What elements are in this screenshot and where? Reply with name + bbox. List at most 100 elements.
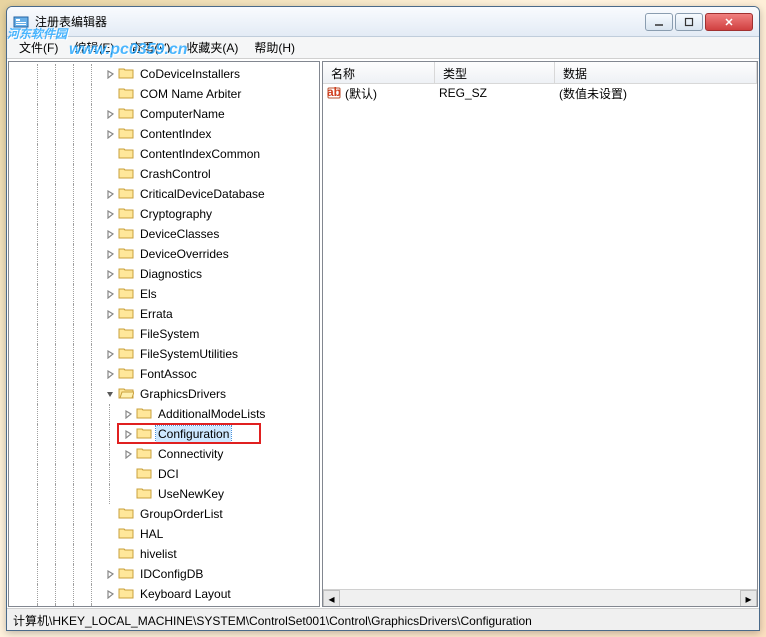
col-name[interactable]: 名称 — [323, 62, 435, 83]
folder-icon — [118, 526, 138, 543]
tree-item-CoDeviceInstallers[interactable]: CoDeviceInstallers — [9, 64, 319, 84]
tree-item-hivelist[interactable]: hivelist — [9, 544, 319, 564]
tree-item-ComputerName[interactable]: ComputerName — [9, 104, 319, 124]
folder-icon — [118, 106, 138, 123]
expand-icon[interactable] — [105, 89, 116, 100]
menu-favorites[interactable]: 收藏夹(A) — [178, 37, 246, 58]
folder-icon — [118, 346, 138, 363]
scroll-left-icon[interactable]: ◂ — [323, 590, 340, 607]
expand-icon[interactable] — [105, 249, 116, 260]
maximize-button[interactable] — [675, 13, 703, 31]
tree-label: DeviceOverrides — [138, 246, 231, 262]
expand-icon[interactable] — [123, 469, 134, 480]
expand-icon[interactable] — [105, 549, 116, 560]
tree-item-Connectivity[interactable]: Connectivity — [9, 444, 319, 464]
tree-label: ContentIndexCommon — [138, 146, 262, 162]
expand-icon[interactable] — [105, 269, 116, 280]
horizontal-scrollbar[interactable]: ◂ ▸ — [323, 589, 757, 606]
expand-icon[interactable] — [105, 509, 116, 520]
expand-icon[interactable] — [105, 569, 116, 580]
expand-icon[interactable] — [123, 409, 134, 420]
tree-item-FileSystemUtilities[interactable]: FileSystemUtilities — [9, 344, 319, 364]
tree-item-FileSystem[interactable]: FileSystem — [9, 324, 319, 344]
tree-label: Els — [138, 286, 159, 302]
scroll-right-icon[interactable]: ▸ — [740, 590, 757, 607]
expand-icon[interactable] — [105, 229, 116, 240]
tree-label: UseNewKey — [156, 486, 226, 502]
tree-item-Configuration[interactable]: Configuration — [9, 424, 319, 444]
tree-item-CrashControl[interactable]: CrashControl — [9, 164, 319, 184]
folder-icon — [118, 206, 138, 223]
tree-label: hivelist — [138, 546, 179, 562]
tree-item-Cryptography[interactable]: Cryptography — [9, 204, 319, 224]
folder-icon — [118, 186, 138, 203]
expand-icon[interactable] — [105, 69, 116, 80]
expand-icon[interactable] — [123, 489, 134, 500]
expand-icon[interactable] — [105, 309, 116, 320]
close-button[interactable] — [705, 13, 753, 31]
expand-icon[interactable] — [123, 449, 134, 460]
expand-icon[interactable] — [105, 109, 116, 120]
expand-icon[interactable] — [105, 529, 116, 540]
tree-item-GraphicsDrivers[interactable]: GraphicsDrivers — [9, 384, 319, 404]
tree-label: CriticalDeviceDatabase — [138, 186, 267, 202]
minimize-button[interactable] — [645, 13, 673, 31]
tree-label: FontAssoc — [138, 366, 199, 382]
statusbar: 计算机\HKEY_LOCAL_MACHINE\SYSTEM\ControlSet… — [7, 608, 759, 630]
tree-item-KeyboardLayout[interactable]: Keyboard Layout — [9, 584, 319, 604]
expand-icon[interactable] — [105, 129, 116, 140]
values-body[interactable]: ab (默认) REG_SZ (数值未设置) — [323, 84, 757, 589]
tree-item-DeviceClasses[interactable]: DeviceClasses — [9, 224, 319, 244]
expand-icon[interactable] — [105, 209, 116, 220]
menu-view[interactable]: 查看(V) — [122, 37, 178, 58]
titlebar[interactable]: 注册表编辑器 — [7, 7, 759, 37]
tree-label: IDConfigDB — [138, 566, 205, 582]
value-row[interactable]: ab (默认) REG_SZ (数值未设置) — [323, 84, 757, 102]
tree-label: DCI — [156, 466, 181, 482]
tree-item-DeviceOverrides[interactable]: DeviceOverrides — [9, 244, 319, 264]
expand-icon[interactable] — [105, 349, 116, 360]
folder-icon — [136, 486, 156, 503]
tree-item-ContentIndexCommon[interactable]: ContentIndexCommon — [9, 144, 319, 164]
tree-item-COMNameArbiter[interactable]: COM Name Arbiter — [9, 84, 319, 104]
col-type[interactable]: 类型 — [435, 62, 555, 83]
tree-item-ContentIndex[interactable]: ContentIndex — [9, 124, 319, 144]
tree-item-AdditionalModeLists[interactable]: AdditionalModeLists — [9, 404, 319, 424]
expand-icon[interactable] — [105, 589, 116, 600]
tree-item-DCI[interactable]: DCI — [9, 464, 319, 484]
folder-icon — [118, 386, 138, 403]
tree-item-CriticalDeviceDatabase[interactable]: CriticalDeviceDatabase — [9, 184, 319, 204]
menu-edit[interactable]: 编辑(E) — [66, 37, 122, 58]
tree-item-IDConfigDB[interactable]: IDConfigDB — [9, 564, 319, 584]
tree-item-HAL[interactable]: HAL — [9, 524, 319, 544]
folder-icon — [136, 426, 156, 443]
tree-item-FontAssoc[interactable]: FontAssoc — [9, 364, 319, 384]
expand-icon[interactable] — [105, 169, 116, 180]
menu-file[interactable]: 文件(F) — [11, 37, 66, 58]
expand-icon[interactable] — [105, 149, 116, 160]
values-header: 名称 类型 数据 — [323, 62, 757, 84]
expand-icon[interactable] — [105, 189, 116, 200]
tree-label: DeviceClasses — [138, 226, 221, 242]
expand-icon[interactable] — [105, 289, 116, 300]
col-data[interactable]: 数据 — [555, 62, 757, 83]
tree-item-Diagnostics[interactable]: Diagnostics — [9, 264, 319, 284]
tree-item-GroupOrderList[interactable]: GroupOrderList — [9, 504, 319, 524]
menu-help[interactable]: 帮助(H) — [246, 37, 303, 58]
svg-text:ab: ab — [327, 86, 341, 99]
tree-item-Els[interactable]: Els — [9, 284, 319, 304]
collapse-icon[interactable] — [105, 389, 116, 400]
window-title: 注册表编辑器 — [35, 13, 645, 30]
tree-label: Errata — [138, 306, 175, 322]
folder-icon — [118, 506, 138, 523]
expand-icon[interactable] — [123, 429, 134, 440]
tree-label: ContentIndex — [138, 126, 213, 142]
tree-item-KeyboardLayouts[interactable]: Keyboard Layouts — [9, 604, 319, 607]
tree-label: Keyboard Layouts — [138, 606, 239, 607]
tree-pane[interactable]: CoDeviceInstallers COM Name Arbiter Comp… — [8, 61, 320, 607]
tree-item-UseNewKey[interactable]: UseNewKey — [9, 484, 319, 504]
expand-icon[interactable] — [105, 329, 116, 340]
expand-icon[interactable] — [105, 369, 116, 380]
folder-icon — [136, 406, 156, 423]
tree-item-Errata[interactable]: Errata — [9, 304, 319, 324]
